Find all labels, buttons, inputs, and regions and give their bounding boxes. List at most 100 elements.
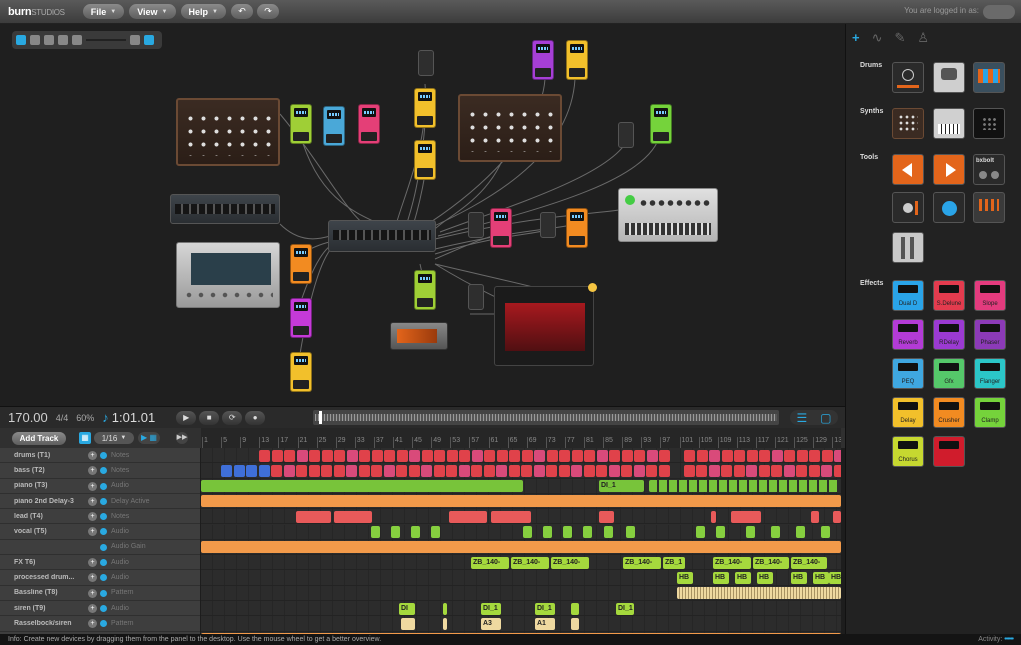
clip[interactable] [284, 449, 295, 462]
clip[interactable]: HB [757, 571, 773, 584]
view-toggle[interactable]: ☰ ▢ [790, 410, 838, 425]
synth-device-thumb[interactable] [892, 108, 924, 139]
track-enable-toggle[interactable] [100, 559, 107, 567]
clip[interactable] [446, 464, 457, 477]
clip[interactable] [346, 464, 357, 477]
headphones-icon[interactable] [44, 35, 54, 45]
add-device-icon[interactable]: + [88, 603, 97, 613]
clip[interactable]: A3 [481, 617, 501, 630]
track-lane[interactable]: ZB_140- ZB_140- ZB_140- ZB_140- ZB_1 ZB_140- Z… [201, 555, 841, 571]
clip[interactable] [626, 526, 635, 538]
clip[interactable] [784, 449, 795, 462]
playhead[interactable] [319, 411, 322, 424]
effect-device-thumb[interactable]: Delay [892, 397, 924, 428]
clip[interactable] [383, 464, 395, 477]
clip[interactable] [333, 464, 345, 477]
clip[interactable] [259, 449, 270, 462]
effect-device-thumb[interactable]: Dual D [892, 280, 924, 311]
clip[interactable] [559, 449, 570, 462]
clip[interactable] [509, 449, 520, 462]
effect-device-thumb[interactable]: Gfx [933, 358, 965, 389]
effect-device-thumb[interactable] [933, 436, 965, 467]
clip[interactable] [771, 464, 782, 477]
clip[interactable] [558, 464, 570, 477]
clip[interactable] [409, 449, 420, 462]
clip[interactable] [546, 464, 557, 477]
tool-device-thumb[interactable] [892, 232, 924, 263]
add-device-icon[interactable]: + [88, 588, 97, 598]
effect-device-thumb[interactable]: S.Delune [933, 280, 965, 311]
clip[interactable] [571, 602, 579, 615]
clip[interactable] [599, 510, 614, 523]
clip[interactable] [533, 464, 545, 477]
clip[interactable] [296, 464, 307, 477]
drum-device-thumb[interactable] [933, 62, 965, 93]
add-device-icon[interactable]: + [88, 451, 97, 460]
clip[interactable] [821, 464, 832, 477]
clip[interactable] [809, 449, 820, 462]
clip[interactable] [811, 510, 819, 523]
utility-device[interactable] [468, 284, 484, 310]
effect-pedal[interactable] [566, 208, 588, 248]
record-button[interactable]: ● [245, 410, 266, 425]
track-lane[interactable] [201, 493, 841, 510]
clip[interactable] [496, 449, 508, 462]
add-device-icon[interactable]: + [88, 619, 97, 629]
track-enable-toggle[interactable] [100, 528, 107, 536]
clip[interactable] [721, 464, 732, 477]
clip[interactable]: ZB_140- [753, 556, 789, 569]
tempo-display[interactable]: 170.00 [8, 410, 48, 425]
clip[interactable] [471, 449, 483, 462]
effect-pedal[interactable] [532, 40, 554, 80]
clip[interactable] [334, 510, 372, 523]
clip[interactable]: ZB_140- [551, 556, 589, 569]
clip[interactable]: HB [735, 571, 751, 584]
clip[interactable]: ZB_140- [713, 556, 751, 569]
clip[interactable] [733, 464, 745, 477]
redo-button[interactable]: ↷ [256, 4, 279, 19]
clip[interactable] [833, 464, 841, 477]
timeline-ruler[interactable]: 1 5 9 13 17 21 25 29 33 37 41 45 49 53 57 61 65 69 73 77 81 8… [201, 428, 841, 448]
clip[interactable] [433, 464, 445, 477]
add-device-icon[interactable]: + [88, 573, 97, 583]
clip[interactable] [633, 464, 645, 477]
clip[interactable] [658, 464, 670, 477]
clip[interactable]: A1 [535, 617, 555, 630]
tool-device-thumb[interactable] [973, 192, 1005, 223]
track-name[interactable]: Bassline (T8) [14, 589, 84, 596]
clip[interactable] [563, 526, 572, 538]
track-enable-toggle[interactable] [100, 604, 107, 612]
clip[interactable] [233, 464, 245, 477]
fast-forward-icon[interactable]: ▶▶ [176, 432, 188, 444]
clip[interactable] [583, 526, 592, 538]
sampler-device[interactable] [176, 242, 280, 308]
clip[interactable] [746, 526, 755, 538]
effect-pedal[interactable] [323, 106, 345, 146]
clip[interactable] [491, 510, 531, 523]
song-overview[interactable] [313, 410, 779, 425]
clip[interactable]: ZB_140- [623, 556, 661, 569]
track-name[interactable]: piano (T3) [14, 482, 84, 489]
add-device-icon[interactable]: + [88, 466, 97, 476]
track-row[interactable]: lead (T4) + Notes [0, 509, 200, 525]
add-device-icon[interactable]: + [88, 481, 97, 491]
clip[interactable] [571, 464, 582, 477]
clip[interactable] [746, 464, 757, 477]
clip[interactable] [543, 526, 552, 538]
clip[interactable] [711, 510, 716, 523]
clip[interactable] [746, 449, 758, 462]
clip[interactable] [449, 510, 487, 523]
track-row[interactable]: processed drum... + Audio [0, 570, 200, 586]
drum-machine-device[interactable] [618, 188, 718, 242]
clip[interactable] [608, 464, 620, 477]
clip[interactable] [684, 449, 695, 462]
clip[interactable] [523, 526, 532, 538]
track-row[interactable]: FX T6) + Audio [0, 555, 200, 571]
clip[interactable] [621, 449, 633, 462]
clip[interactable] [421, 449, 433, 462]
synth-device-thumb[interactable] [933, 108, 965, 139]
clip[interactable]: HB [813, 571, 829, 584]
track-name[interactable]: FX T6) [14, 559, 84, 566]
clip[interactable] [283, 464, 295, 477]
device-canvas[interactable] [0, 24, 845, 406]
